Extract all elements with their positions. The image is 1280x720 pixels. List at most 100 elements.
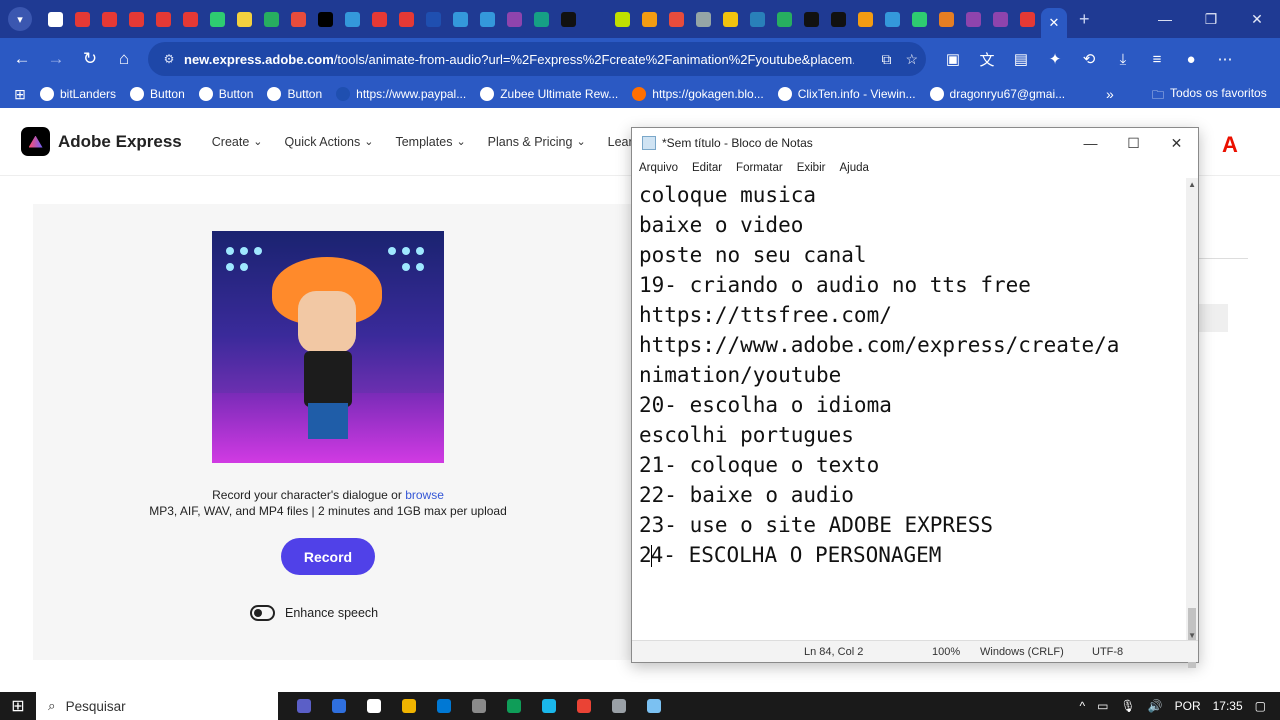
adobe-express-logo-icon[interactable] xyxy=(21,127,50,156)
pinned-tab-favicon-icon[interactable] xyxy=(231,0,258,38)
windows-start-icon[interactable]: ⊞ xyxy=(0,696,36,716)
pinned-tab-favicon-icon[interactable] xyxy=(312,0,339,38)
bookmark-item[interactable]: bitLanders xyxy=(40,87,116,101)
home-icon[interactable]: ⌂ xyxy=(107,42,141,76)
pinned-tab-favicon-icon[interactable] xyxy=(42,0,69,38)
bookmark-item[interactable]: dragonryu67@gmai... xyxy=(929,87,1065,101)
notepad-menu-item[interactable]: Formatar xyxy=(736,162,783,174)
minimize-button[interactable]: — xyxy=(1142,0,1188,38)
bookmark-item[interactable]: https://gokagen.blo... xyxy=(632,87,764,101)
network-icon[interactable]: ▭ xyxy=(1097,699,1108,713)
notepad-menu-item[interactable]: Arquivo xyxy=(639,162,678,174)
close-button[interactable]: ✕ xyxy=(1234,0,1280,38)
taskbar-app-icon[interactable] xyxy=(461,692,496,720)
bookmark-item[interactable]: https://www.paypal... xyxy=(336,87,466,101)
more-bookmarks-icon[interactable]: » xyxy=(1106,86,1114,102)
pinned-tab-favicon-icon[interactable] xyxy=(636,0,663,38)
bookmark-item[interactable]: Button xyxy=(198,87,253,101)
pinned-tab-favicon-icon[interactable] xyxy=(447,0,474,38)
bookmark-item[interactable]: Button xyxy=(130,87,185,101)
adobe-logo-icon[interactable]: A xyxy=(1222,132,1238,158)
pinned-tab-favicon-icon[interactable] xyxy=(96,0,123,38)
toggle-switch[interactable] xyxy=(250,605,275,621)
taskbar-search[interactable]: ⌕ Pesquisar xyxy=(36,692,278,720)
notepad-scrollbar[interactable]: ▲ ▼ xyxy=(1186,178,1198,668)
pinned-tab-favicon-icon[interactable] xyxy=(339,0,366,38)
pinned-tab-favicon-icon[interactable] xyxy=(852,0,879,38)
nav-menu-item[interactable]: Plans & Pricing ⌄ xyxy=(488,135,586,149)
address-bar[interactable]: ⚙ new.express.adobe.com/tools/animate-fr… xyxy=(148,42,926,76)
forward-arrow-icon[interactable]: → xyxy=(39,42,73,76)
taskbar-app-icon[interactable] xyxy=(496,692,531,720)
taskbar-app-icon[interactable] xyxy=(636,692,671,720)
pinned-tab-favicon-icon[interactable] xyxy=(879,0,906,38)
pinned-tab-favicon-icon[interactable] xyxy=(123,0,150,38)
pinned-tab-favicon-icon[interactable] xyxy=(69,0,96,38)
record-button[interactable]: Record xyxy=(281,538,375,575)
taskbar-app-icon[interactable] xyxy=(601,692,636,720)
active-tab[interactable]: ✕ xyxy=(1041,8,1067,38)
pinned-tab-favicon-icon[interactable] xyxy=(906,0,933,38)
pinned-tab-favicon-icon[interactable] xyxy=(474,0,501,38)
pinned-tab-favicon-icon[interactable] xyxy=(798,0,825,38)
pinned-tab-favicon-icon[interactable] xyxy=(933,0,960,38)
notepad-close-button[interactable]: ✕ xyxy=(1155,128,1198,158)
notepad-menu-item[interactable]: Ajuda xyxy=(839,162,868,174)
taskbar-app-icon[interactable] xyxy=(356,692,391,720)
pinned-tab-favicon-icon[interactable] xyxy=(717,0,744,38)
pinned-tab-favicon-icon[interactable] xyxy=(582,0,609,38)
pinned-tab-favicon-icon[interactable] xyxy=(393,0,420,38)
pinned-tab-favicon-icon[interactable] xyxy=(285,0,312,38)
nav-menu-item[interactable]: Quick Actions ⌄ xyxy=(285,135,374,149)
pinned-tab-favicon-icon[interactable] xyxy=(501,0,528,38)
taskbar-app-icon[interactable] xyxy=(566,692,601,720)
pinned-tab-favicon-icon[interactable] xyxy=(204,0,231,38)
nav-menu-item[interactable]: Create ⌄ xyxy=(212,135,263,149)
pinned-tab-favicon-icon[interactable] xyxy=(1014,0,1041,38)
favorite-star-icon[interactable]: ☆ xyxy=(905,51,918,68)
taskbar-app-icon[interactable] xyxy=(426,692,461,720)
extension-icon[interactable]: ▤ xyxy=(1004,50,1038,68)
notepad-menu-item[interactable]: Exibir xyxy=(797,162,826,174)
reload-icon[interactable]: ↻ xyxy=(73,42,107,76)
browse-link[interactable]: browse xyxy=(405,488,444,502)
site-info-icon[interactable]: ⚙ xyxy=(154,52,184,66)
pinned-tab-favicon-icon[interactable] xyxy=(555,0,582,38)
bookmark-item[interactable]: Zubee Ultimate Rew... xyxy=(480,87,618,101)
notepad-menu-item[interactable]: Editar xyxy=(692,162,722,174)
pinned-tab-favicon-icon[interactable] xyxy=(528,0,555,38)
pinned-tab-favicon-icon[interactable] xyxy=(744,0,771,38)
scroll-up-icon[interactable]: ▲ xyxy=(1188,180,1196,189)
pinned-tab-favicon-icon[interactable] xyxy=(177,0,204,38)
pinned-tab-favicon-icon[interactable] xyxy=(150,0,177,38)
back-arrow-icon[interactable]: ← xyxy=(5,42,39,76)
pinned-tab-favicon-icon[interactable] xyxy=(690,0,717,38)
chevron-up-icon[interactable]: ^ xyxy=(1079,699,1085,713)
puzzle-icon[interactable]: ✦ xyxy=(1038,50,1072,68)
profile-avatar-icon[interactable]: ● xyxy=(1174,51,1208,68)
bookmark-item[interactable]: Button xyxy=(267,87,322,101)
extension-icon[interactable]: ▣ xyxy=(936,50,970,68)
language-indicator[interactable]: POR xyxy=(1175,699,1201,713)
pinned-tab-favicon-icon[interactable] xyxy=(609,0,636,38)
pinned-tab-favicon-icon[interactable] xyxy=(771,0,798,38)
translate-icon[interactable]: 文 xyxy=(970,49,1004,70)
url-text[interactable]: new.express.adobe.com/tools/animate-from… xyxy=(184,52,854,67)
taskbar-app-icon[interactable] xyxy=(531,692,566,720)
pinned-tab-favicon-icon[interactable] xyxy=(420,0,447,38)
pinned-tab-favicon-icon[interactable] xyxy=(825,0,852,38)
install-app-icon[interactable]: ⧉ xyxy=(881,51,891,68)
pinned-tab-favicon-icon[interactable] xyxy=(663,0,690,38)
bookmark-item[interactable]: ClixTen.info - Viewin... xyxy=(777,87,916,101)
taskbar-app-icon[interactable] xyxy=(321,692,356,720)
more-menu-icon[interactable]: ⋯ xyxy=(1208,50,1242,68)
volume-icon[interactable]: 🔊 xyxy=(1148,699,1163,713)
pinned-tab-favicon-icon[interactable] xyxy=(987,0,1014,38)
enhance-speech-toggle[interactable]: Enhance speech xyxy=(250,605,378,621)
notepad-maximize-button[interactable]: ☐ xyxy=(1112,128,1155,158)
new-tab-button[interactable]: + xyxy=(1079,9,1090,30)
pinned-tab-favicon-icon[interactable] xyxy=(366,0,393,38)
pinned-tab-favicon-icon[interactable] xyxy=(960,0,987,38)
notepad-minimize-button[interactable]: — xyxy=(1069,128,1112,158)
notepad-text-area[interactable]: coloque musica baixe o video poste no seu … xyxy=(632,178,1188,642)
